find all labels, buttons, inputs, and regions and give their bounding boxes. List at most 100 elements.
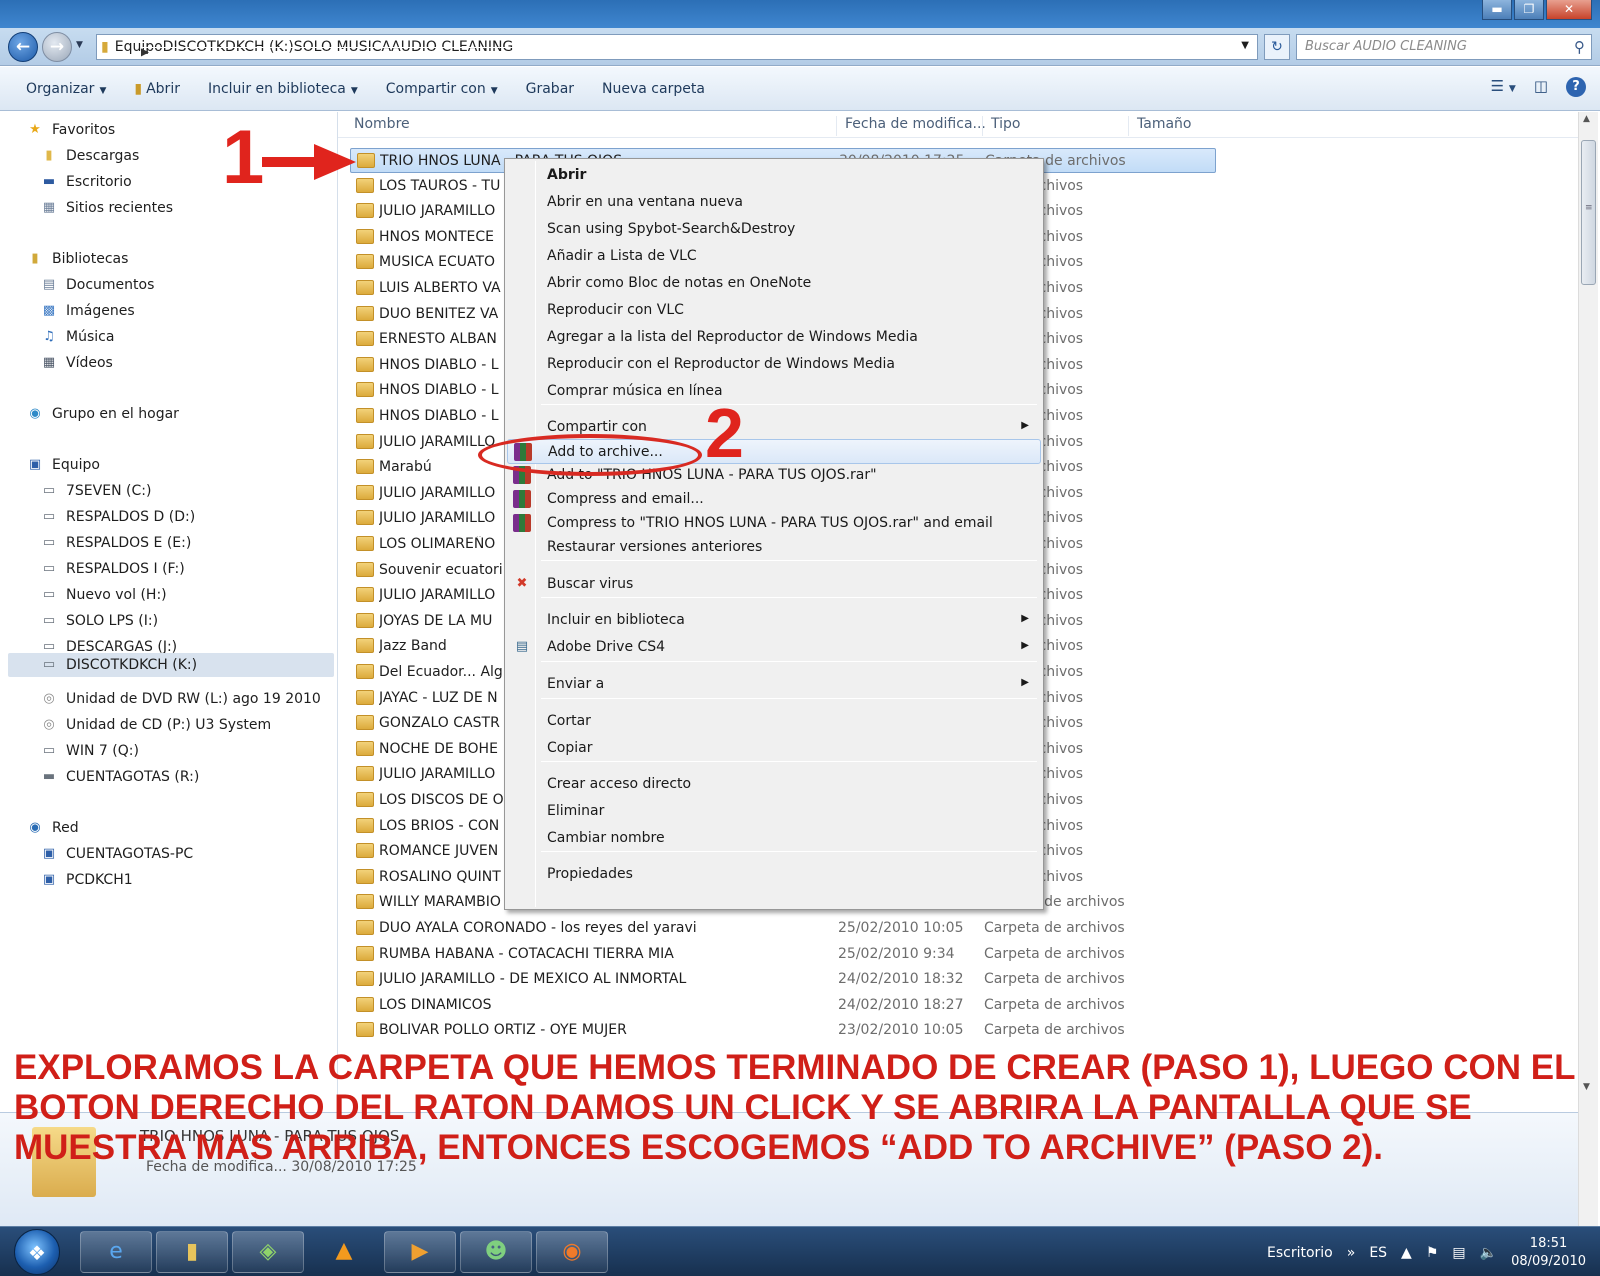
help-icon[interactable]: ? [1566, 77, 1586, 97]
show-hidden-icons-icon[interactable]: ▲ [1401, 1245, 1412, 1261]
forward-button[interactable]: → [42, 32, 72, 62]
organize-button[interactable]: Organizar ▼ [26, 81, 106, 97]
maximize-button[interactable]: ❐ [1514, 0, 1544, 20]
firefox-icon[interactable]: ◉ [536, 1231, 608, 1273]
nav-documents[interactable]: ▤ Documentos [40, 277, 155, 293]
new-folder-button[interactable]: Nueva carpeta [602, 81, 705, 97]
menu-item-comprar-música-en-línea[interactable]: Comprar música en línea [507, 379, 1041, 404]
back-button[interactable]: ← [8, 32, 38, 62]
menu-item-añadir-a-lista-de-vlc[interactable]: Añadir a Lista de VLC [507, 244, 1041, 269]
open-button[interactable]: ▮ Abrir [134, 81, 180, 97]
scroll-thumb[interactable]: ≡ [1581, 140, 1596, 285]
volume-icon[interactable]: 🔈 [1480, 1245, 1497, 1261]
nav-music[interactable]: ♫ Música [40, 329, 114, 345]
search-icon[interactable]: ⚲ [1574, 38, 1585, 56]
share-button[interactable]: Compartir con ▼ [386, 81, 498, 97]
menu-item-enviar-a[interactable]: Enviar a ▶ [507, 672, 1041, 697]
close-button[interactable]: ✕ [1546, 0, 1592, 20]
downloads-folder-icon: ▮ [45, 148, 53, 163]
nav-drive[interactable]: ▭ RESPALDOS E (E:) [40, 535, 191, 551]
view-options-icon[interactable]: ☰ ▼ [1491, 77, 1516, 97]
nav-drive[interactable]: ▬ CUENTAGOTAS (R:) [40, 769, 199, 785]
menu-item-agregar-a-la-lista-del-reproductor-de-wi[interactable]: Agregar a la lista del Reproductor de Wi… [507, 325, 1041, 350]
media-player-icon[interactable]: ▶ [384, 1231, 456, 1273]
nav-network-pc[interactable]: ▣ CUENTAGOTAS-PC [40, 846, 193, 862]
menu-item-reproducir-con-vlc[interactable]: Reproducir con VLC [507, 298, 1041, 323]
app-green-icon[interactable]: ◈ [232, 1231, 304, 1273]
nav-drive[interactable]: ▭ SOLO LPS (I:) [40, 613, 158, 629]
table-row[interactable]: JULIO JARAMILLO - DE MEXICO AL INMORTAL 2… [350, 967, 1216, 992]
explorer-folder-icon[interactable]: ▮ [156, 1231, 228, 1273]
search-input[interactable]: Buscar AUDIO CLEANING ⚲ [1296, 34, 1592, 60]
table-row[interactable]: RUMBA HABANA - COTACACHI TIERRA MIA 25/02… [350, 942, 1216, 967]
menu-item-restaurar-versiones-anteriores[interactable]: Restaurar versiones anteriores [507, 535, 1041, 560]
menu-item-abrir-como-bloc-de-notas-en-onenote[interactable]: Abrir como Bloc de notas en OneNote [507, 271, 1041, 296]
menu-item-propiedades[interactable]: Propiedades [507, 862, 1041, 887]
nav-label: Grupo en el hogar [52, 406, 179, 422]
desktop-toolbar-label[interactable]: Escritorio [1267, 1245, 1333, 1261]
menu-item-copiar[interactable]: Copiar [507, 736, 1041, 761]
nav-drive[interactable]: ◎ Unidad de DVD RW (L:) ago 19 2010 [40, 691, 321, 707]
preview-pane-icon[interactable]: ◫ [1534, 77, 1548, 97]
vlc-icon[interactable]: ▲ [308, 1231, 380, 1273]
clock[interactable]: 18:51 08/09/2010 [1511, 1235, 1586, 1271]
nav-drive-selected[interactable]: ▭ DISCOTKDKCH (K:) [8, 653, 334, 677]
menu-item-adobe-drive-cs4[interactable]: ▤ Adobe Drive CS4 ▶ [507, 635, 1041, 660]
nav-desktop[interactable]: ▬ Escritorio [40, 174, 132, 190]
nav-drive[interactable]: ▭ WIN 7 (Q:) [40, 743, 139, 759]
nav-favorites[interactable]: ★ Favoritos [26, 122, 115, 138]
table-row[interactable]: DUO AYALA CORONADO - los reyes del yarav… [350, 916, 1216, 941]
scroll-up-icon[interactable]: ▲ [1583, 114, 1590, 124]
nav-libraries[interactable]: ▮ Bibliotecas [26, 251, 128, 267]
nav-computer[interactable]: ▣ Equipo [26, 457, 100, 473]
menu-item-compress-and-email[interactable]: Compress and email... [507, 487, 1041, 512]
chevron-double-icon[interactable]: » [1347, 1245, 1356, 1261]
column-header-size[interactable]: Tamaño [1128, 116, 1191, 136]
include-library-button[interactable]: Incluir en biblioteca ▼ [208, 81, 358, 97]
column-header-name[interactable]: Nombre [346, 116, 410, 136]
chevron-down-icon[interactable]: ▼ [1241, 40, 1249, 51]
table-row[interactable]: BOLIVAR POLLO ORTIZ - OYE MUJER 23/02/201… [350, 1018, 1216, 1043]
menu-item-abrir[interactable]: Abrir [507, 163, 1041, 188]
column-header-date[interactable]: Fecha de modifica... [836, 116, 986, 136]
chevron-right-icon[interactable]: ▶ [141, 46, 637, 58]
network-people-icon[interactable]: ☻ [460, 1231, 532, 1273]
column-header-type[interactable]: Tipo [982, 116, 1020, 136]
network-status-icon[interactable]: ▤ [1452, 1245, 1465, 1261]
menu-item-abrir-en-una-ventana-nueva[interactable]: Abrir en una ventana nueva [507, 190, 1041, 215]
nav-downloads[interactable]: ▮ Descargas [40, 148, 139, 164]
flag-icon[interactable]: ⚑ [1426, 1245, 1439, 1261]
nav-drive[interactable]: ▭ 7SEVEN (C:) [40, 483, 152, 499]
menu-item-reproducir-con-el-reproductor-de-windows[interactable]: Reproducir con el Reproductor de Windows… [507, 352, 1041, 377]
table-row[interactable]: LOS DINAMICOS 24/02/2010 18:27 Carpeta de … [350, 993, 1216, 1018]
nav-drive[interactable]: ▭ Nuevo vol (H:) [40, 587, 167, 603]
menu-item-cortar[interactable]: Cortar [507, 709, 1041, 734]
menu-item-scan-using-spybot-search-destroy[interactable]: Scan using Spybot-Search&Destroy [507, 217, 1041, 242]
menu-item-label: Propiedades [547, 866, 633, 882]
start-button[interactable]: ❖ [14, 1229, 60, 1275]
nav-network[interactable]: ◉ Red [26, 820, 78, 836]
internet-explorer-icon[interactable]: e [80, 1231, 152, 1273]
menu-item-eliminar[interactable]: Eliminar [507, 799, 1041, 824]
nav-network-pc[interactable]: ▣ PCDKCH1 [40, 872, 133, 888]
menu-item-compress-to-trio-hnos-luna-para-tus-ojos[interactable]: Compress to "TRIO HNOS LUNA - PARA TUS O… [507, 511, 1041, 536]
nav-videos[interactable]: ▦ Vídeos [40, 355, 113, 371]
menu-item-crear-acceso-directo[interactable]: Crear acceso directo [507, 772, 1041, 797]
refresh-button[interactable]: ↻ [1264, 34, 1290, 60]
nav-images[interactable]: ▩ Imágenes [40, 303, 135, 319]
nav-drive[interactable]: ▭ RESPALDOS I (F:) [40, 561, 185, 577]
breadcrumb[interactable]: ▮ ▶ Equipo ▶ DISCOTKDKCH (K:) ▶ SOLO MUS… [96, 34, 1258, 60]
folder-icon [356, 485, 374, 500]
recent-pages-dropdown-icon[interactable]: ▼ [76, 40, 83, 50]
minimize-button[interactable]: ▬ [1482, 0, 1512, 20]
burn-button[interactable]: Grabar [526, 81, 574, 97]
nav-drive[interactable]: ◎ Unidad de CD (P:) U3 System [40, 717, 271, 733]
menu-item-cambiar-nombre[interactable]: Cambiar nombre [507, 826, 1041, 851]
nav-recent[interactable]: ▦ Sitios recientes [40, 200, 173, 216]
nav-drive[interactable]: ▭ RESPALDOS D (D:) [40, 509, 195, 525]
menu-item-buscar-virus[interactable]: ✖ Buscar virus [507, 572, 1041, 597]
nav-homegroup[interactable]: ◉ Grupo en el hogar [26, 406, 179, 422]
chevron-down-icon: ▼ [490, 85, 498, 96]
menu-item-incluir-en-biblioteca[interactable]: Incluir en biblioteca ▶ [507, 608, 1041, 633]
language-indicator[interactable]: ES [1369, 1245, 1387, 1261]
